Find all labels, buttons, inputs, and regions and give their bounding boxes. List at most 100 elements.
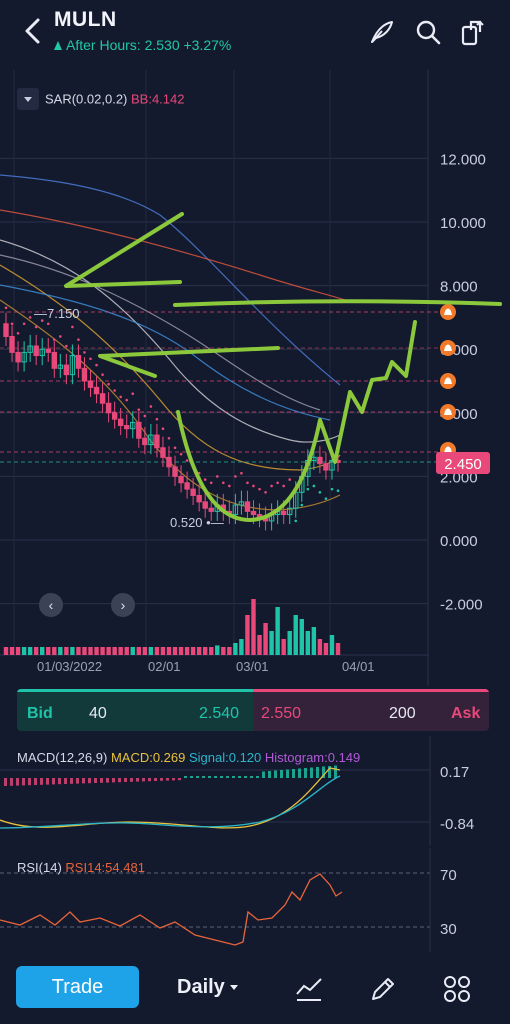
macd-histogram-bar bbox=[202, 776, 205, 778]
share-icon[interactable] bbox=[458, 18, 486, 46]
candle bbox=[9, 335, 15, 353]
candle bbox=[87, 380, 94, 388]
volume-bar bbox=[305, 631, 311, 655]
candle bbox=[93, 386, 100, 395]
macd-histogram-bar bbox=[244, 776, 247, 778]
volume-bar bbox=[227, 647, 232, 655]
macd-histogram-bar bbox=[298, 768, 301, 778]
current-price-label: 2.450 bbox=[444, 456, 482, 473]
search-icon[interactable] bbox=[414, 18, 442, 46]
candle bbox=[196, 494, 202, 503]
low-marker-label: 0.520 •— bbox=[170, 515, 224, 530]
macd-histogram-bar bbox=[94, 778, 97, 783]
candle bbox=[111, 412, 118, 420]
sar-dot bbox=[312, 484, 316, 488]
macd-histogram-bar bbox=[124, 778, 127, 782]
bid-label: Bid bbox=[27, 705, 53, 722]
volume-bar bbox=[245, 615, 250, 655]
volume-bar bbox=[323, 643, 329, 655]
pen-icon[interactable] bbox=[368, 974, 398, 1004]
sar-dot bbox=[89, 357, 92, 361]
macd-histogram-bar bbox=[166, 778, 169, 781]
sar-dot bbox=[336, 489, 340, 493]
bid-price: 2.540 bbox=[199, 705, 240, 722]
scroll-left-button[interactable]: ‹ bbox=[39, 593, 63, 617]
sar-dot bbox=[113, 389, 116, 392]
price-chart[interactable]: 12.00010.0008.0006.0004.0002.0000.000-2.… bbox=[0, 66, 510, 686]
sar-dot bbox=[22, 322, 26, 326]
indicator-dropdown-icon[interactable] bbox=[17, 88, 39, 110]
sar-dot bbox=[83, 351, 86, 354]
sar-dot bbox=[288, 478, 292, 481]
macd-histogram-bar bbox=[178, 778, 181, 781]
x-tick-label: 02/01 bbox=[148, 659, 181, 674]
macd-histogram-bar bbox=[154, 778, 157, 781]
volume-bar bbox=[184, 647, 190, 655]
annotation-stroke bbox=[98, 346, 280, 378]
candle bbox=[81, 367, 88, 382]
macd-y-tick: -0.84 bbox=[440, 816, 474, 833]
sar-dot bbox=[228, 484, 231, 488]
y-tick-label: 12.000 bbox=[440, 151, 486, 168]
sar-dot bbox=[330, 487, 334, 491]
macd-histogram-bar bbox=[118, 778, 121, 783]
candle bbox=[166, 456, 172, 468]
macd-histogram-bar bbox=[64, 778, 67, 784]
volume-bar bbox=[196, 647, 202, 655]
macd-histogram-bar bbox=[316, 767, 319, 778]
after-hours-quote: After Hours: 2.530 +3.27% bbox=[54, 37, 231, 53]
macd-histogram-bar bbox=[22, 778, 25, 786]
volume-bar bbox=[148, 647, 154, 655]
candle bbox=[184, 482, 190, 490]
ask-panel[interactable]: 2.550 200 Ask bbox=[253, 689, 489, 731]
indicator-icon[interactable] bbox=[294, 974, 324, 1004]
sar-dot bbox=[71, 325, 74, 329]
macd-histogram-bar bbox=[214, 776, 217, 778]
sar-dot bbox=[149, 405, 153, 408]
volume-bar bbox=[64, 647, 69, 655]
sar-dot bbox=[4, 306, 8, 310]
candle bbox=[33, 345, 39, 357]
macd-histogram-bar bbox=[100, 778, 103, 783]
rsi-line bbox=[0, 873, 343, 946]
bid-ask-bar[interactable]: Bid 40 2.540 2.550 200 Ask bbox=[17, 689, 489, 731]
macd-histogram-bar bbox=[232, 776, 235, 778]
volume-bar bbox=[46, 647, 51, 655]
scroll-right-button[interactable]: › bbox=[111, 593, 135, 617]
candle bbox=[136, 421, 142, 439]
candle bbox=[124, 425, 130, 430]
macd-histogram-bar bbox=[184, 776, 187, 778]
macd-histogram-bar bbox=[286, 769, 289, 778]
candle bbox=[154, 434, 160, 449]
draw-icon[interactable] bbox=[368, 18, 396, 46]
macd-histogram-bar bbox=[250, 776, 253, 778]
y-tick-label: 10.000 bbox=[440, 215, 486, 232]
period-selector[interactable]: Daily bbox=[177, 976, 238, 999]
volume-bar bbox=[154, 647, 160, 655]
candle bbox=[190, 488, 196, 496]
sar-dot bbox=[270, 484, 273, 488]
trade-button[interactable]: Trade bbox=[16, 966, 139, 1008]
volume-bar bbox=[27, 647, 33, 655]
sar-label: SAR(0.02,0.2) bbox=[45, 91, 128, 107]
y-tick-label: 8.000 bbox=[440, 279, 478, 296]
back-icon[interactable] bbox=[18, 14, 46, 48]
volume-bar bbox=[76, 647, 81, 655]
sar-dot bbox=[264, 491, 267, 494]
rsi-y-tick: 70 bbox=[440, 867, 457, 884]
sar-dot bbox=[234, 475, 237, 478]
macd-histogram-bar bbox=[112, 778, 115, 783]
macd-histogram-bar bbox=[172, 778, 175, 781]
sar-dot bbox=[306, 487, 310, 491]
sar-dot bbox=[52, 338, 56, 341]
grid-icon[interactable] bbox=[442, 974, 472, 1004]
volume-bar bbox=[329, 635, 335, 655]
sar-dot bbox=[59, 335, 62, 338]
volume-bar bbox=[190, 647, 196, 655]
macd-histogram-bar bbox=[76, 778, 79, 784]
volume-bar bbox=[299, 619, 304, 655]
ticker-symbol: MULN bbox=[54, 8, 117, 31]
sar-dot bbox=[34, 325, 38, 329]
sar-dot bbox=[155, 417, 159, 421]
bid-panel[interactable]: Bid 40 2.540 bbox=[17, 689, 253, 731]
